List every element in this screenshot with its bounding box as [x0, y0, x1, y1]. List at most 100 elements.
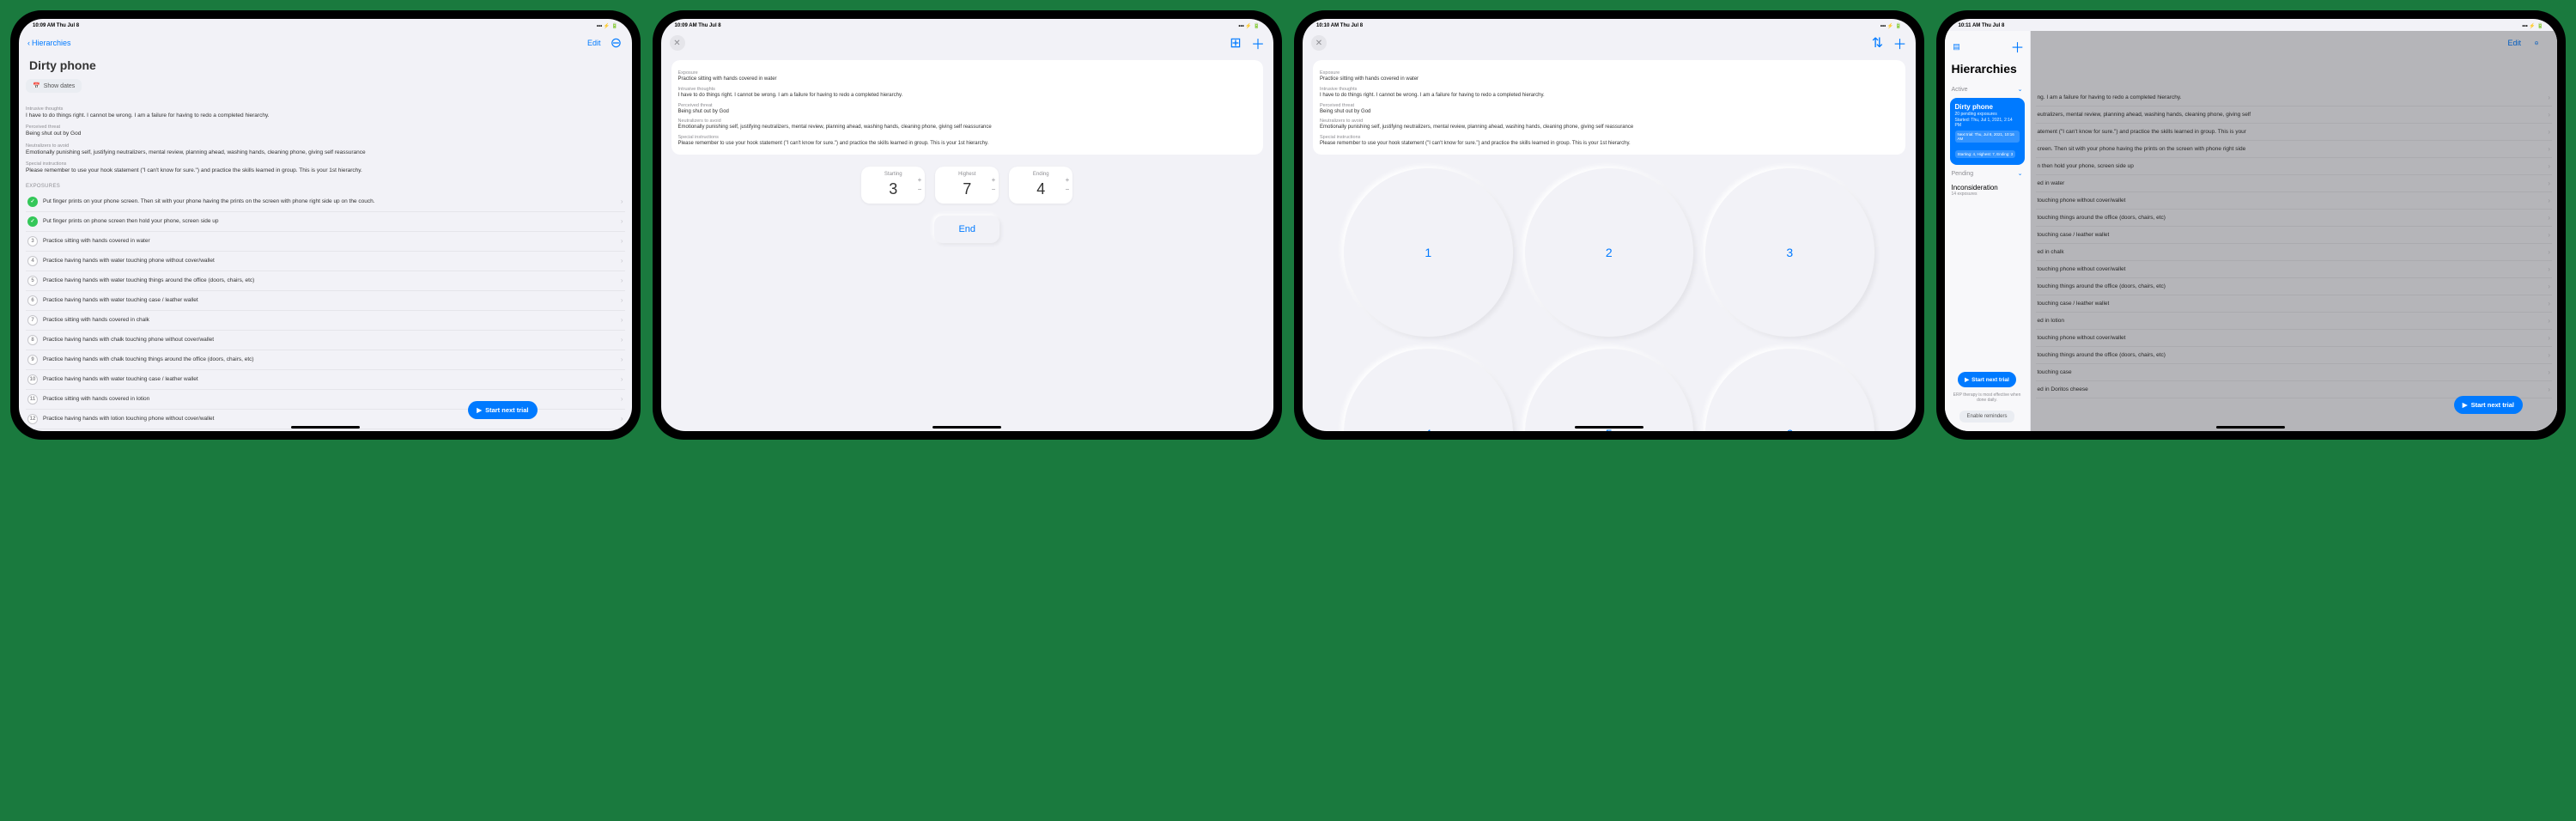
exposure-text: Practice sitting with hands covered in c… — [43, 317, 616, 324]
section-text: I have to do things right. I cannot be w… — [26, 113, 625, 119]
status-time: 10:09 AM — [33, 23, 55, 28]
exposure-num: 7 — [27, 315, 38, 325]
end-button[interactable]: End — [934, 216, 999, 243]
exposure-text: Practice having hands with water touchin… — [43, 376, 616, 383]
keypad-key[interactable]: 6 — [1705, 349, 1874, 431]
exposure-text: Practice having hands with chalk touchin… — [43, 337, 616, 344]
exposure-num: ✓ — [27, 216, 38, 227]
enable-reminders-button[interactable]: Enable reminders — [1959, 410, 2014, 423]
status-bar: 10:09 AM Thu Jul 8 ••• ⚡ 🔋 — [661, 19, 1274, 31]
status-bar: 10:11 AM Thu Jul 8 ••• ⚡ 🔋 — [1945, 19, 2558, 31]
home-indicator[interactable] — [2216, 426, 2285, 429]
exposure-text: Put finger prints on phone screen then h… — [43, 218, 616, 225]
exposure-row[interactable]: 8 Practice having hands with chalk touchi… — [26, 331, 625, 350]
exposure-num: 5 — [27, 276, 38, 286]
more-icon[interactable]: ⊖ — [610, 36, 623, 50]
play-icon: ▶ — [477, 406, 482, 414]
plus-icon[interactable]: + — [918, 176, 922, 184]
minus-icon[interactable]: − — [918, 185, 922, 193]
back-button[interactable]: ‹ Hierarchies — [27, 39, 71, 47]
plus-icon[interactable]: ＋ — [1893, 36, 1907, 50]
show-dates-button[interactable]: 📅 Show dates — [26, 79, 82, 93]
minus-icon[interactable]: − — [992, 185, 996, 193]
chevron-right-icon: › — [621, 375, 623, 383]
exposure-row[interactable]: ✓ Put finger prints on phone screen then … — [26, 212, 625, 232]
rating-label: Starting — [868, 172, 918, 177]
chevron-right-icon: › — [621, 336, 623, 344]
chevron-right-icon: › — [621, 296, 623, 304]
exposure-text: Practice having hands with water touchin… — [43, 277, 616, 284]
play-icon: ▶ — [2463, 401, 2468, 409]
sidebar-item-inconsideration[interactable]: Inconsideration 14 exposures — [1950, 180, 2025, 200]
grid-icon[interactable]: ⊞ — [1229, 36, 1242, 50]
page-title: Dirty phone — [26, 55, 625, 79]
back-label: Hierarchies — [32, 39, 71, 47]
edit-button[interactable]: Edit — [587, 39, 601, 47]
section-text: Please remember to use your hook stateme… — [26, 167, 625, 174]
exposure-num: ✓ — [27, 197, 38, 207]
section-text: Being shut out by God — [26, 131, 625, 137]
chevron-down-icon: ⌄ — [2018, 170, 2023, 177]
keypad-key[interactable]: 2 — [1525, 168, 1694, 338]
chevron-right-icon: › — [621, 277, 623, 284]
home-indicator[interactable] — [291, 426, 360, 429]
home-indicator[interactable] — [933, 426, 1001, 429]
exposure-num: 11 — [27, 394, 38, 404]
start-trial-fab[interactable]: ▶ Start next trial — [468, 401, 537, 419]
exposure-num: 4 — [27, 256, 38, 266]
chevron-right-icon: › — [621, 257, 623, 265]
rating-box[interactable]: Highest7+− — [935, 167, 999, 204]
sidebar-section-pending[interactable]: Pending ⌄ — [1950, 167, 2025, 180]
exposure-row[interactable]: 13Practice having hands with lotion touc… — [26, 429, 625, 431]
exposure-row[interactable]: 3Practice sitting with hands covered in … — [26, 232, 625, 252]
exposure-num: 3 — [27, 236, 38, 246]
exposure-row[interactable]: 4Practice having hands with water touchi… — [26, 252, 625, 271]
dim-overlay[interactable] — [2031, 31, 2558, 431]
status-bar: 10:10 AM Thu Jul 8 ••• ⚡ 🔋 — [1303, 19, 1916, 31]
minus-icon[interactable]: − — [1066, 185, 1070, 193]
plus-icon[interactable]: + — [1066, 176, 1070, 184]
exposure-row[interactable]: ✓ Put finger prints on your phone screen.… — [26, 192, 625, 212]
fab-label: Start next trial — [485, 406, 528, 414]
keypad-key[interactable]: 4 — [1344, 349, 1513, 431]
exposure-text: Practice having hands with water touchin… — [43, 297, 616, 304]
section-label: Perceived threat — [26, 125, 625, 130]
home-indicator[interactable] — [1575, 426, 1643, 429]
sidebar-section-active[interactable]: Active ⌄ — [1950, 82, 2025, 96]
rating-label: Ending — [1016, 172, 1066, 177]
plus-icon[interactable]: + — [992, 176, 996, 184]
card-text: Practice sitting with hands covered in w… — [678, 76, 1257, 83]
status-time: 10:09 AM — [675, 23, 697, 28]
keypad-key[interactable]: 3 — [1705, 168, 1874, 338]
keypad-key[interactable]: 5 — [1525, 349, 1694, 431]
chevron-right-icon: › — [621, 237, 623, 245]
sidebar-title: Hierarchies — [1950, 58, 2025, 82]
exposure-text: Practice having hands with chalk touchin… — [43, 356, 616, 363]
plus-icon[interactable]: ＋ — [1251, 36, 1265, 50]
card-label: Exposure — [678, 70, 1257, 76]
start-trial-fab[interactable]: ▶ Start next trial — [2454, 396, 2523, 414]
chevron-down-icon: ⌄ — [2018, 86, 2023, 93]
exposure-row[interactable]: 6Practice having hands with water touchi… — [26, 291, 625, 311]
exposure-row[interactable]: 5 Practice having hands with water touchi… — [26, 271, 625, 291]
section-label: Special instructions — [26, 161, 625, 167]
exposure-row[interactable]: 9Practice having hands with chalk touchi… — [26, 350, 625, 370]
exposure-row[interactable]: 7 Practice sitting with hands covered in … — [26, 311, 625, 331]
start-trial-fab[interactable]: ▶ Start next trial — [1958, 372, 2016, 387]
close-button[interactable]: ✕ — [1311, 35, 1327, 51]
close-button[interactable]: ✕ — [670, 35, 685, 51]
sidebar-toggle-icon[interactable]: ▤ — [1950, 40, 1964, 53]
chevron-right-icon: › — [621, 415, 623, 423]
exposure-text: Put finger prints on your phone screen. … — [43, 198, 616, 205]
rating-value: 3 — [868, 180, 918, 198]
keypad-key[interactable]: 1 — [1344, 168, 1513, 338]
exposure-num: 8 — [27, 335, 38, 345]
plus-icon[interactable]: ＋ — [2011, 40, 2025, 53]
stepper-icon[interactable]: ⇅ — [1871, 36, 1885, 50]
sidebar-card-dirty-phone[interactable]: Dirty phone 20 pending exposures Started… — [1950, 98, 2025, 165]
exposures-header: EXPOSURES — [26, 184, 625, 189]
rating-box[interactable]: Ending4+− — [1009, 167, 1072, 204]
exposure-row[interactable]: 10Practice having hands with water touch… — [26, 370, 625, 390]
rating-box[interactable]: Starting 3+− — [861, 167, 925, 204]
section-label: Intrusive thoughts — [26, 106, 625, 112]
